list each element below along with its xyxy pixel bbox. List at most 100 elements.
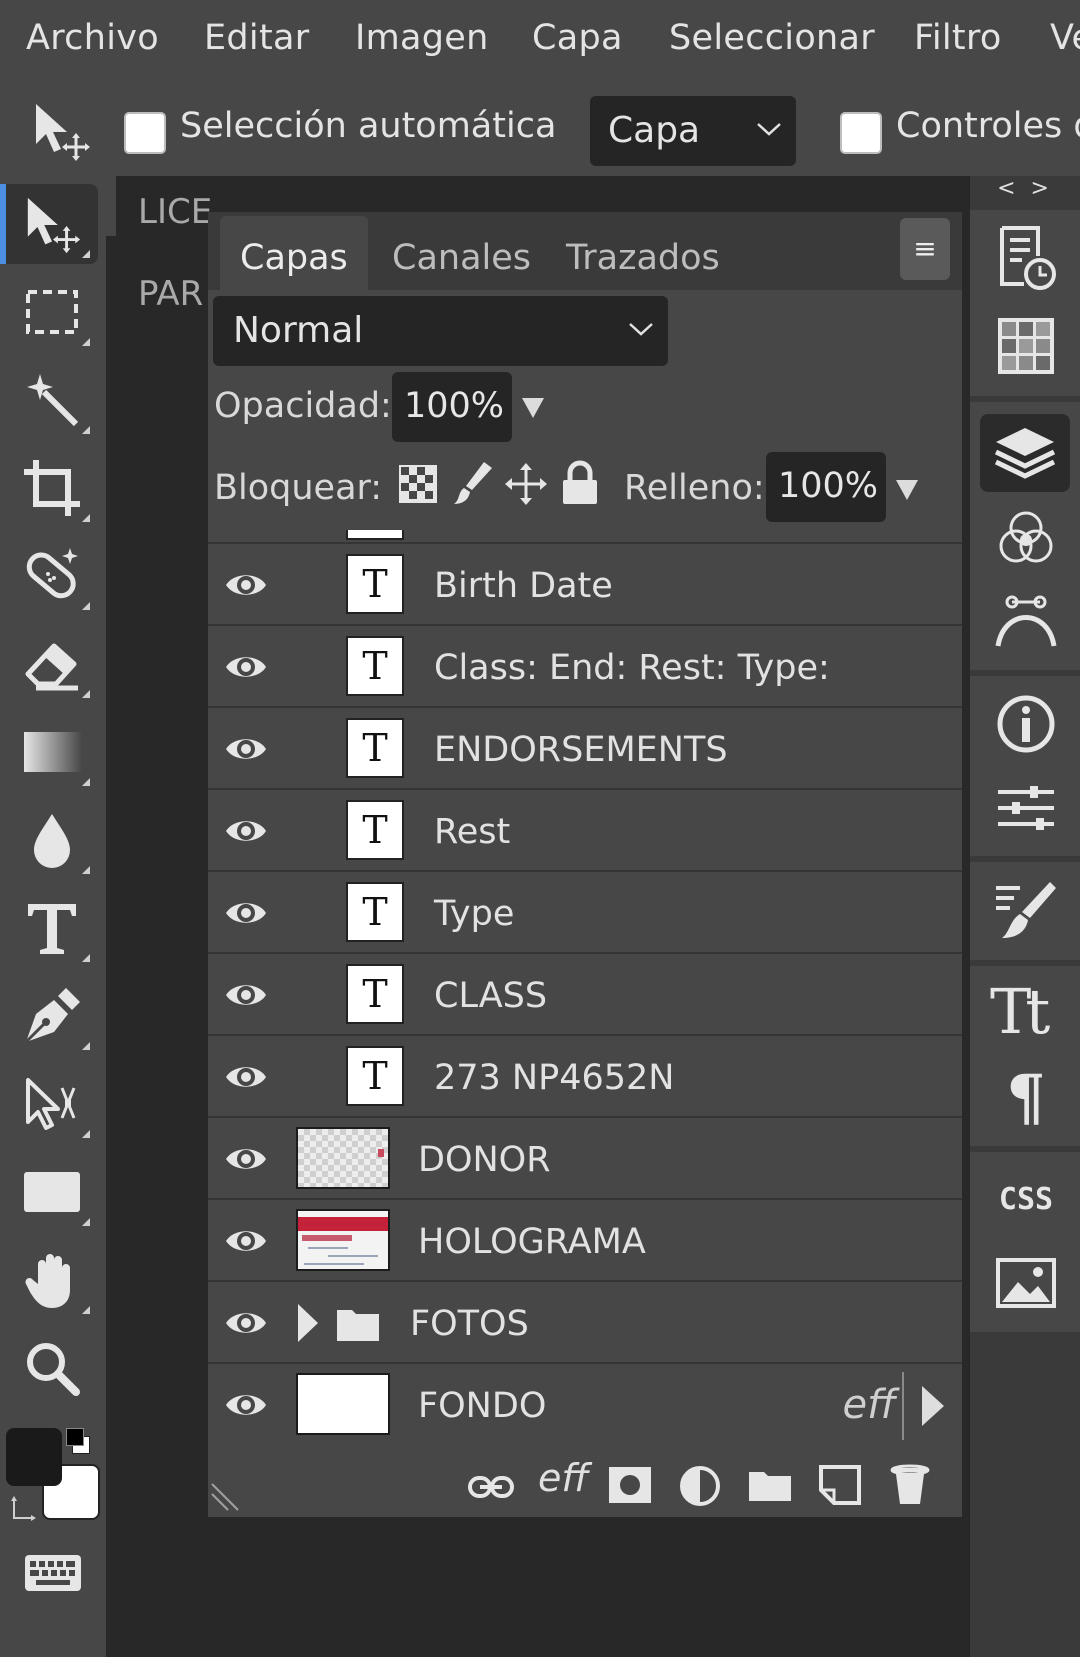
fill-input[interactable]: 100%	[766, 452, 886, 522]
menu-seleccionar[interactable]: Seleccionar	[669, 18, 875, 58]
hand-tool[interactable]	[6, 1240, 98, 1320]
layer-name: Rest	[434, 812, 511, 852]
keyboard-icon[interactable]	[24, 1554, 82, 1592]
text-layer-thumbnail: T	[346, 1046, 404, 1106]
layer-name: FOTOS	[410, 1304, 529, 1344]
tab-trazados-label: Trazados	[566, 238, 720, 278]
opacity-input[interactable]: 100%	[392, 372, 512, 442]
link-icon[interactable]	[468, 1474, 514, 1500]
pen-tool[interactable]	[6, 976, 98, 1056]
paths-icon[interactable]	[990, 588, 1062, 660]
image-icon[interactable]	[990, 1248, 1062, 1320]
eye-icon[interactable]	[224, 650, 268, 684]
document-tab-lice[interactable]: LICE	[138, 192, 212, 232]
menu-capa[interactable]: Capa	[532, 18, 623, 58]
layer-effects-label[interactable]: eff	[843, 1382, 896, 1428]
expand-effects-icon[interactable]	[922, 1386, 944, 1426]
layer-row-class[interactable]: T CLASS	[208, 956, 962, 1036]
mask-icon[interactable]	[608, 1466, 652, 1504]
dock-collapse-toggle[interactable]: < >	[970, 176, 1080, 204]
eye-icon[interactable]	[224, 1306, 268, 1340]
panel-menu-button[interactable]: ≡	[900, 218, 950, 280]
layer-row-birth-date[interactable]: T Birth Date	[208, 546, 962, 626]
tab-capas[interactable]: Capas	[220, 216, 368, 290]
panel-tabs: Capas Canales Trazados ≡	[208, 212, 962, 290]
auto-select-checkbox[interactable]	[124, 112, 166, 154]
eye-icon[interactable]	[224, 814, 268, 848]
layer-row-fondo[interactable]: FONDO eff	[208, 1366, 962, 1448]
auto-select-target-dropdown[interactable]: Capa	[590, 96, 796, 166]
css-icon[interactable]: CSS	[990, 1164, 1062, 1236]
lock-pixels-icon[interactable]	[452, 460, 494, 506]
path-select-tool[interactable]	[6, 1064, 98, 1144]
layer-row-endorsements[interactable]: T ENDORSEMENTS	[208, 710, 962, 790]
layer-row-273-np4652n[interactable]: T 273 NP4652N	[208, 1038, 962, 1118]
lock-transparency-icon[interactable]	[398, 464, 438, 504]
layer-row-class-end-rest-type[interactable]: T Class: End: Rest: Type:	[208, 628, 962, 708]
opacity-slider-toggle[interactable]	[522, 398, 544, 418]
eye-icon[interactable]	[224, 568, 268, 602]
transform-controls-checkbox[interactable]	[840, 112, 882, 154]
move-tool[interactable]	[0, 184, 98, 264]
channels-icon[interactable]	[990, 502, 1062, 574]
character-icon[interactable]: Tt	[990, 976, 1062, 1048]
layer-row-type[interactable]: T Type	[208, 874, 962, 954]
expand-arrow-icon[interactable]	[296, 1302, 320, 1344]
paragraph-icon[interactable]: ¶	[990, 1062, 1062, 1134]
resize-grip-icon[interactable]	[210, 1478, 244, 1512]
menu-archivo[interactable]: Archivo	[26, 18, 159, 58]
history-icon[interactable]	[990, 222, 1062, 294]
layer-row-rest[interactable]: T Rest	[208, 792, 962, 872]
shape-tool[interactable]	[6, 1152, 98, 1232]
type-tool[interactable]	[6, 888, 98, 968]
document-tab-par[interactable]: PAR	[138, 274, 203, 314]
marquee-tool[interactable]	[6, 272, 98, 352]
tab-trazados[interactable]: Trazados	[546, 216, 740, 290]
menu-ver[interactable]: Ve	[1050, 18, 1080, 58]
eye-icon[interactable]	[224, 732, 268, 766]
crop-tool[interactable]	[6, 448, 98, 528]
new-layer-icon[interactable]	[818, 1464, 862, 1506]
dock-group-5: Tt ¶	[970, 966, 1080, 1146]
blend-mode-dropdown[interactable]: Normal	[213, 296, 668, 366]
info-icon[interactable]	[990, 688, 1062, 760]
zoom-tool[interactable]	[6, 1328, 98, 1408]
auto-select-target-value: Capa	[608, 110, 701, 151]
lock-position-icon[interactable]	[504, 462, 548, 506]
new-folder-icon[interactable]	[748, 1468, 792, 1502]
eraser-tool[interactable]	[6, 624, 98, 704]
eye-icon[interactable]	[224, 1142, 268, 1176]
eye-icon[interactable]	[224, 896, 268, 930]
swap-colors-icon[interactable]	[10, 1494, 40, 1524]
layer-name: ENDORSEMENTS	[434, 730, 728, 770]
layer-row-fotos[interactable]: FOTOS	[208, 1284, 962, 1364]
magic-wand-tool[interactable]	[6, 360, 98, 440]
effects-icon[interactable]: eff	[538, 1456, 589, 1500]
layer-row-donor[interactable]: DONOR	[208, 1120, 962, 1200]
eye-icon[interactable]	[224, 978, 268, 1012]
lock-all-icon[interactable]	[560, 460, 600, 506]
layer-row-holograma[interactable]: HOLOGRAMA	[208, 1202, 962, 1282]
menu-editar[interactable]: Editar	[204, 18, 309, 58]
blur-tool[interactable]	[6, 800, 98, 880]
gradient-tool[interactable]	[6, 712, 98, 792]
adjustments-icon[interactable]	[990, 772, 1062, 844]
eye-icon[interactable]	[224, 1388, 268, 1422]
layers-list: T Birth Date T Class: End: Rest: Type: T…	[208, 542, 962, 1452]
layers-panel-button[interactable]	[980, 414, 1070, 492]
eye-icon[interactable]	[224, 1060, 268, 1094]
foreground-color-swatch[interactable]	[6, 1428, 62, 1486]
swatches-icon[interactable]	[990, 310, 1062, 382]
bandage-icon	[26, 548, 78, 599]
tab-canales[interactable]: Canales	[372, 216, 551, 290]
brush-settings-icon[interactable]	[990, 874, 1062, 946]
adjustment-layer-icon[interactable]	[678, 1464, 722, 1508]
trash-icon[interactable]	[888, 1462, 932, 1506]
menu-imagen[interactable]: Imagen	[355, 18, 489, 58]
eye-icon[interactable]	[224, 1224, 268, 1258]
fill-slider-toggle[interactable]	[896, 480, 918, 500]
color-swatches	[6, 1428, 102, 1528]
default-colors-button[interactable]	[66, 1428, 92, 1454]
healing-brush-tool[interactable]	[6, 536, 98, 616]
menu-filtro[interactable]: Filtro	[914, 18, 1002, 58]
